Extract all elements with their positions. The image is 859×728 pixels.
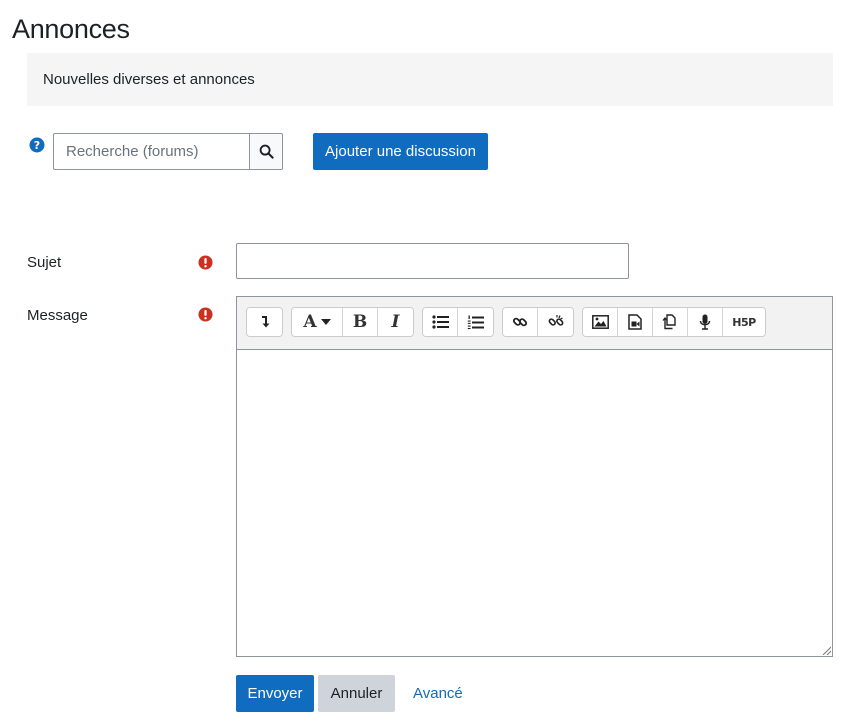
search-icon [259,144,274,159]
h5p-button[interactable]: H5P [723,308,765,336]
h5p-icon: H5P [732,315,756,329]
toolbar-group-links [502,307,574,337]
image-icon [591,315,609,329]
manage-files-icon [662,314,676,330]
image-button[interactable] [583,308,618,336]
forum-intro: Nouvelles diverses et annonces [27,53,833,106]
media-button[interactable] [618,308,653,336]
message-textarea[interactable] [237,350,832,656]
font-style-icon: A [303,312,317,332]
link-button[interactable] [503,308,538,336]
unlink-icon [548,315,563,326]
advanced-link[interactable]: Avancé [413,685,463,702]
add-discussion-button[interactable]: Ajouter une discussion [313,133,488,170]
record-audio-button[interactable] [688,308,723,336]
unlink-button[interactable] [538,308,573,336]
chevron-down-icon [320,319,331,325]
media-icon [628,314,642,330]
required-icon [198,307,213,322]
italic-button[interactable]: I [378,308,413,336]
ordered-list-icon [467,315,484,329]
toolbar-group-style: A B I [291,307,414,337]
ordered-list-button[interactable] [458,308,493,336]
search-button[interactable] [249,133,283,170]
unordered-list-icon [431,315,449,329]
svg-text:?: ? [34,139,40,152]
record-audio-icon [699,314,711,330]
font-style-button[interactable]: A [292,308,343,336]
forum-search [53,133,283,170]
toolbar-group-lists [422,307,494,337]
cancel-button[interactable]: Annuler [318,675,395,712]
italic-icon: I [391,312,400,332]
bold-button[interactable]: B [343,308,378,336]
forum-intro-text: Nouvelles diverses et annonces [43,71,255,88]
message-editor: A B I H5P [236,296,833,657]
manage-files-button[interactable] [653,308,688,336]
page-title: Annonces [12,14,130,44]
help-icon[interactable]: ? [29,137,45,153]
editor-toolbar: A B I H5P [237,297,832,350]
subject-input[interactable] [236,243,629,279]
toolbar-group-media: H5P [582,307,766,337]
toolbar-group-toggle [246,307,283,337]
toolbar-toggle-icon [261,316,269,328]
bold-icon: B [352,312,368,332]
message-label: Message [27,307,88,324]
resize-handle-icon[interactable] [821,645,831,655]
subject-label: Sujet [27,254,62,271]
unordered-list-button[interactable] [423,308,458,336]
toolbar-toggle-button[interactable] [247,308,282,336]
link-icon [512,317,528,327]
submit-button[interactable]: Envoyer [236,675,314,712]
search-input[interactable] [53,133,249,170]
required-icon [198,255,213,270]
